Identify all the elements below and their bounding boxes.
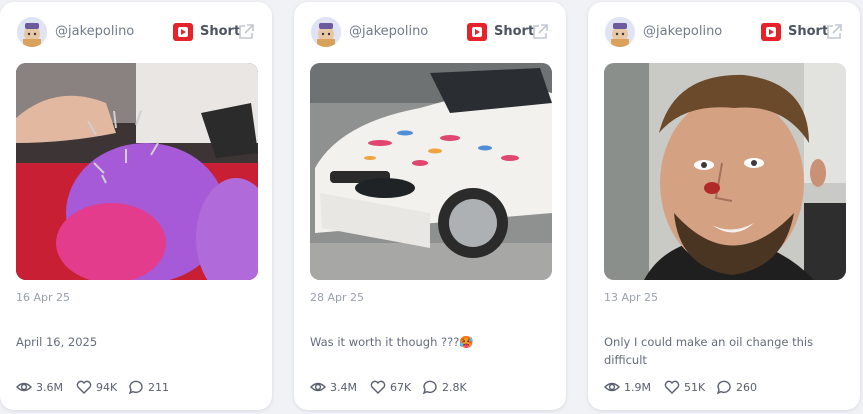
post-caption: Only I could make an oil change this dif… xyxy=(604,335,814,367)
video-thumbnail[interactable] xyxy=(604,63,846,280)
post-date: 28 Apr 25 xyxy=(310,291,365,304)
eye-icon xyxy=(16,382,32,392)
youtube-icon xyxy=(173,23,193,41)
views-count: 3.4M xyxy=(330,381,357,394)
comment-icon xyxy=(716,380,731,395)
heart-icon xyxy=(370,380,386,394)
avatar[interactable] xyxy=(605,17,635,47)
eye-icon xyxy=(310,382,326,392)
youtube-icon xyxy=(467,23,487,41)
card-header: @jakepolino Short xyxy=(17,17,255,47)
heart-icon xyxy=(664,380,680,394)
comment-icon xyxy=(422,380,437,395)
video-thumbnail[interactable] xyxy=(310,63,552,280)
likes-count: 51K xyxy=(684,381,706,394)
avatar[interactable] xyxy=(311,17,341,47)
comments-count: 260 xyxy=(736,381,757,394)
post-card[interactable]: @jakepolino Short 28 Apr 25 Was it worth… xyxy=(294,2,566,410)
engagement-stats: 1.9M 51K 260 xyxy=(604,378,844,396)
youtube-icon xyxy=(761,23,781,41)
comment-icon xyxy=(128,380,143,395)
post-caption: Was it worth it though ???🥵 xyxy=(310,335,474,349)
likes-count: 94K xyxy=(96,381,118,394)
card-header: @jakepolino Short xyxy=(311,17,549,47)
avatar[interactable] xyxy=(17,17,47,47)
views-count: 3.6M xyxy=(36,381,63,394)
eye-icon xyxy=(604,382,620,392)
post-card[interactable]: @jakepolino Short 13 Apr 25 Only I could… xyxy=(588,2,860,410)
post-caption: April 16, 2025 xyxy=(16,335,98,349)
post-card[interactable]: @jakepolino Short 16 Apr 25 April 16, 20… xyxy=(0,2,272,410)
engagement-stats: 3.4M 67K 2.8K xyxy=(310,378,550,396)
account-handle[interactable]: @jakepolino xyxy=(349,24,428,39)
engagement-stats: 3.6M 94K 211 xyxy=(16,378,256,396)
likes-count: 67K xyxy=(390,381,412,394)
heart-icon xyxy=(76,380,92,394)
account-handle[interactable]: @jakepolino xyxy=(55,24,134,39)
card-header: @jakepolino Short xyxy=(605,17,843,47)
video-thumbnail[interactable] xyxy=(16,63,258,280)
account-handle[interactable]: @jakepolino xyxy=(643,24,722,39)
external-link-icon[interactable] xyxy=(237,23,255,41)
external-link-icon[interactable] xyxy=(531,23,549,41)
content-type-label: Short xyxy=(494,24,535,39)
comments-count: 211 xyxy=(148,381,169,394)
post-date: 16 Apr 25 xyxy=(16,291,71,304)
comments-count: 2.8K xyxy=(442,381,467,394)
post-date: 13 Apr 25 xyxy=(604,291,659,304)
content-type-label: Short xyxy=(200,24,241,39)
external-link-icon[interactable] xyxy=(825,23,843,41)
content-type-label: Short xyxy=(788,24,829,39)
views-count: 1.9M xyxy=(624,381,651,394)
